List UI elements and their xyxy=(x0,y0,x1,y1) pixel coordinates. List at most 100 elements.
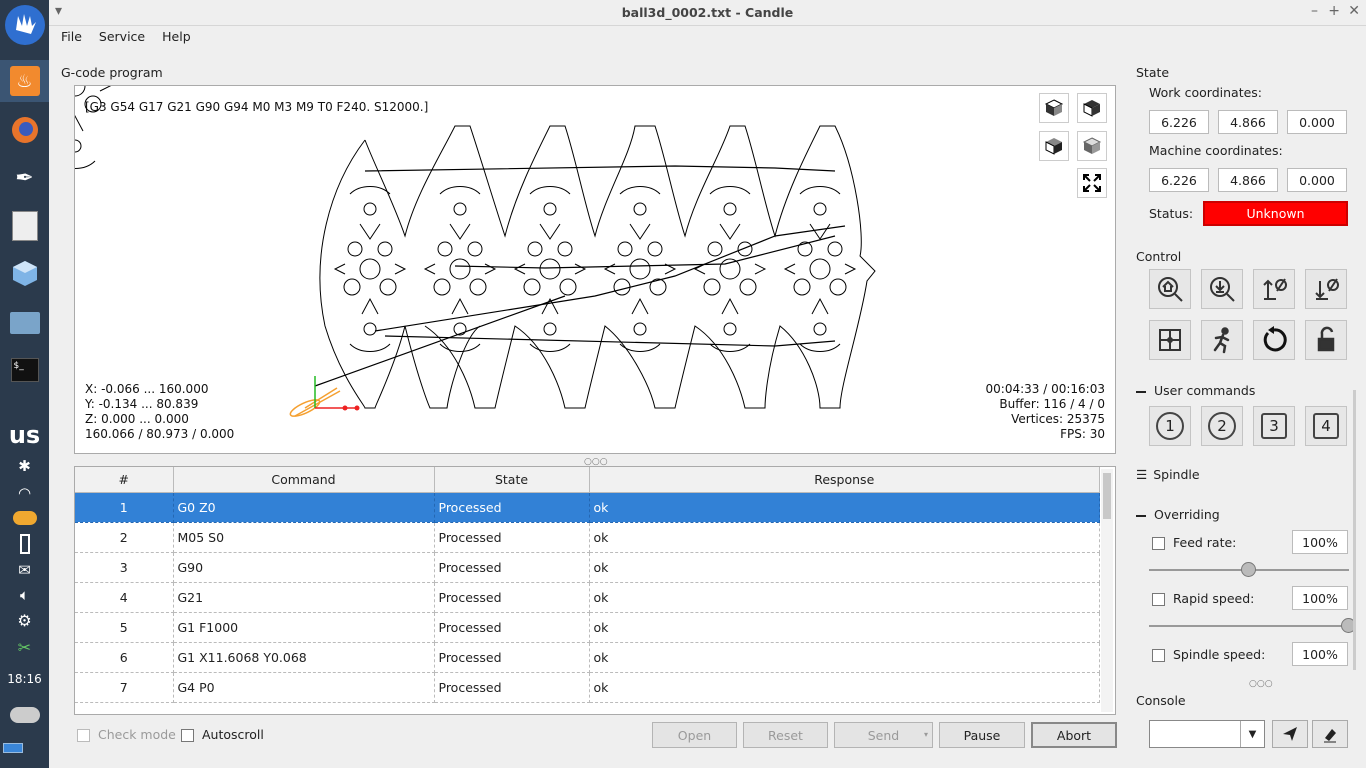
battery-icon[interactable] xyxy=(0,532,49,556)
feed-rate-box[interactable] xyxy=(1152,537,1165,550)
spindle-header[interactable]: ☰ Spindle xyxy=(1136,467,1200,482)
user-command-1-button[interactable]: 1 xyxy=(1149,406,1191,446)
col-number[interactable]: # xyxy=(75,467,174,493)
start-menu-icon[interactable] xyxy=(0,2,49,48)
table-row[interactable]: 5 G1 F1000 Processed ok xyxy=(75,612,1100,643)
run-button[interactable] xyxy=(1201,320,1243,360)
table-row[interactable]: 1 G0 Z0 Processed ok xyxy=(75,492,1100,523)
view-top-button[interactable] xyxy=(1039,93,1069,123)
user-command-2-button[interactable]: 2 xyxy=(1201,406,1243,446)
feed-rate-checkbox[interactable]: Feed rate: xyxy=(1152,535,1236,550)
3d-cube-icon[interactable] xyxy=(0,252,49,294)
open-button[interactable]: Open xyxy=(652,722,737,748)
candle-app-icon[interactable]: ♨ xyxy=(0,60,49,102)
menu-help[interactable]: Help xyxy=(162,27,191,49)
pause-button[interactable]: Pause xyxy=(939,722,1025,748)
view-left-button[interactable] xyxy=(1039,131,1069,161)
spindle-speed-checkbox[interactable]: Spindle speed: xyxy=(1152,647,1265,662)
check-mode-checkbox[interactable]: Check mode xyxy=(77,727,176,742)
keyboard-layout-indicator[interactable]: us xyxy=(0,420,49,450)
mail-icon[interactable]: ✉ xyxy=(0,560,49,580)
return-to-zero-button[interactable] xyxy=(1149,320,1191,360)
right-panel-scrollbar[interactable] xyxy=(1353,390,1356,670)
col-state[interactable]: State xyxy=(434,467,590,493)
spindle-speed-box[interactable] xyxy=(1152,649,1165,662)
work-coordinates-label: Work coordinates: xyxy=(1149,85,1263,100)
table-scrollbar[interactable] xyxy=(1101,469,1113,712)
autoscroll-box[interactable] xyxy=(181,729,194,742)
zero-xy-button[interactable] xyxy=(1253,269,1295,309)
work-y: 4.866 xyxy=(1218,110,1278,134)
visualizer-panel[interactable]: [G3 G54 G17 G21 G90 G94 M0 M3 M9 T0 F240… xyxy=(74,85,1116,454)
send-button[interactable]: Send ▾ xyxy=(834,722,933,748)
view-iso-button[interactable] xyxy=(1077,131,1107,161)
user-command-4-button[interactable]: 4 xyxy=(1305,406,1347,446)
weather-cloud-icon[interactable] xyxy=(0,700,49,730)
user-command-3-button[interactable]: 3 xyxy=(1253,406,1295,446)
soft-reset-button[interactable] xyxy=(1253,320,1295,360)
console-history-dropdown-icon[interactable]: ▼ xyxy=(1240,721,1264,747)
console-title: Console xyxy=(1136,693,1186,708)
check-mode-label: Check mode xyxy=(98,727,176,742)
menu-service[interactable]: Service xyxy=(99,27,145,49)
text-editor-icon[interactable] xyxy=(0,206,49,246)
abort-button[interactable]: Abort xyxy=(1031,722,1117,748)
minimize-icon[interactable]: – xyxy=(1311,3,1318,19)
console-input[interactable]: ▼ xyxy=(1149,720,1265,748)
firefox-icon[interactable] xyxy=(0,110,49,150)
menu-bar: File Service Help xyxy=(49,27,196,49)
gcode-table[interactable]: # Command State Response 1 G0 Z0 Process… xyxy=(74,466,1116,715)
col-response[interactable]: Response xyxy=(589,467,1100,493)
table-row[interactable]: 6 G1 X11.6068 Y0.068 Processed ok xyxy=(75,642,1100,673)
wifi-icon[interactable]: ◠ xyxy=(0,482,49,504)
folder-icon[interactable] xyxy=(0,302,49,344)
view-front-button[interactable] xyxy=(1077,93,1107,123)
scrollbar-thumb[interactable] xyxy=(1103,473,1111,519)
console-clear-button[interactable] xyxy=(1312,720,1348,748)
feed-rate-slider-handle[interactable] xyxy=(1241,562,1256,577)
bluetooth-icon[interactable]: ✱ xyxy=(0,456,49,476)
rapid-speed-checkbox[interactable]: Rapid speed: xyxy=(1152,591,1254,606)
window-menu-icon[interactable]: ▾ xyxy=(55,3,62,19)
rapid-speed-box[interactable] xyxy=(1152,593,1165,606)
check-mode-box[interactable] xyxy=(77,729,90,742)
spindle-speed-value[interactable]: 100% xyxy=(1292,642,1348,666)
row-response: ok xyxy=(589,672,1100,703)
reset-button[interactable]: Reset xyxy=(743,722,828,748)
volume-icon[interactable]: 🔈︎ xyxy=(0,585,49,605)
settings-icon[interactable]: ⚙ xyxy=(0,610,49,630)
z-range: Z: 0.000 ... 0.000 xyxy=(85,412,189,426)
terminal-icon[interactable]: $_ xyxy=(0,350,49,390)
cube-iso-icon xyxy=(1082,137,1102,154)
home-button[interactable] xyxy=(1149,269,1191,309)
autoscroll-checkbox[interactable]: Autoscroll xyxy=(181,727,264,742)
close-icon[interactable]: ✕ xyxy=(1348,3,1360,19)
workspace-switcher[interactable] xyxy=(0,742,49,754)
right-splitter-handle[interactable]: ○○○ xyxy=(1249,679,1273,689)
network-tool-icon[interactable]: ✂ xyxy=(0,636,49,658)
menu-file[interactable]: File xyxy=(61,27,82,49)
fit-view-button[interactable] xyxy=(1077,168,1107,198)
zero-z-button[interactable] xyxy=(1305,269,1347,309)
table-row[interactable]: 4 G21 Processed ok xyxy=(75,582,1100,613)
col-command[interactable]: Command xyxy=(173,467,435,493)
probe-z-button[interactable] xyxy=(1201,269,1243,309)
row-state: Processed xyxy=(434,672,590,703)
maximize-icon[interactable]: + xyxy=(1328,3,1340,19)
clock[interactable]: 18:16 xyxy=(0,670,49,688)
overriding-header[interactable]: Overriding xyxy=(1136,507,1220,522)
weather-icon[interactable] xyxy=(0,506,49,530)
table-row[interactable]: 3 G90 Processed ok xyxy=(75,552,1100,583)
fit-view-icon xyxy=(1083,174,1101,192)
send-dropdown-icon[interactable]: ▾ xyxy=(924,730,928,739)
table-row[interactable]: 2 M05 S0 Processed ok xyxy=(75,522,1100,553)
machine-x: 6.226 xyxy=(1149,168,1209,192)
inkscape-icon[interactable]: ✒ xyxy=(0,158,49,198)
user-commands-header[interactable]: User commands xyxy=(1136,383,1255,398)
unlock-button[interactable] xyxy=(1305,320,1347,360)
rapid-speed-slider-track[interactable] xyxy=(1149,625,1349,627)
table-row[interactable]: 7 G4 P0 Processed ok xyxy=(75,672,1100,703)
console-send-button[interactable] xyxy=(1272,720,1308,748)
feed-rate-value[interactable]: 100% xyxy=(1292,530,1348,554)
rapid-speed-value[interactable]: 100% xyxy=(1292,586,1348,610)
